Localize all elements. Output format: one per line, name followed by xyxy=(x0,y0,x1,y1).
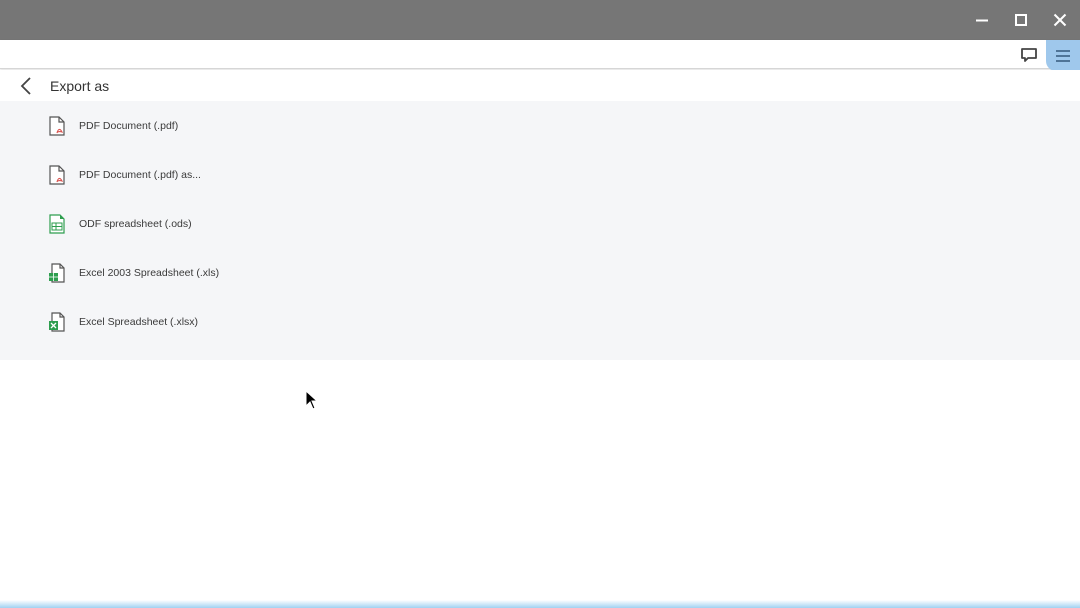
mouse-cursor-icon xyxy=(305,390,319,410)
minimize-icon xyxy=(976,19,988,22)
close-button[interactable] xyxy=(1046,6,1074,34)
close-icon xyxy=(1053,13,1067,27)
xls-file-icon xyxy=(49,262,65,283)
minimize-button[interactable] xyxy=(968,6,996,34)
window-titlebar xyxy=(0,0,1080,40)
page-title: Export as xyxy=(50,78,110,94)
bottom-shelf-edge xyxy=(0,600,1080,608)
export-option-ods[interactable]: ODF spreadsheet (.ods) xyxy=(0,199,1080,248)
export-option-pdf[interactable]: PDF Document (.pdf) xyxy=(0,101,1080,150)
maximize-icon xyxy=(1015,14,1027,26)
export-options-list: PDF Document (.pdf) PDF Document (.pdf) … xyxy=(0,101,1080,360)
comment-icon xyxy=(1021,48,1037,62)
export-option-label: ODF spreadsheet (.ods) xyxy=(79,217,192,230)
chevron-left-icon xyxy=(20,77,31,95)
export-option-label: Excel 2003 Spreadsheet (.xls) xyxy=(79,266,220,279)
maximize-button[interactable] xyxy=(1007,6,1035,34)
xlsx-file-icon xyxy=(49,311,65,332)
pdf-file-icon xyxy=(49,164,65,185)
pdf-file-icon xyxy=(49,115,65,136)
export-option-label: Excel Spreadsheet (.xlsx) xyxy=(79,315,199,328)
hamburger-menu-icon xyxy=(1056,49,1070,62)
export-option-pdf-as[interactable]: PDF Document (.pdf) as... xyxy=(0,150,1080,199)
export-option-label: PDF Document (.pdf) as... xyxy=(79,168,201,181)
export-option-label: PDF Document (.pdf) xyxy=(79,119,179,132)
hamburger-menu-button[interactable] xyxy=(1046,40,1080,71)
export-header: Export as xyxy=(0,70,1080,101)
comment-button[interactable] xyxy=(1018,40,1040,70)
ods-file-icon xyxy=(49,213,65,234)
export-option-xlsx[interactable]: Excel Spreadsheet (.xlsx) xyxy=(0,297,1080,346)
app-toolbar xyxy=(0,40,1080,71)
back-button[interactable] xyxy=(14,74,38,98)
export-option-xls[interactable]: Excel 2003 Spreadsheet (.xls) xyxy=(0,248,1080,297)
